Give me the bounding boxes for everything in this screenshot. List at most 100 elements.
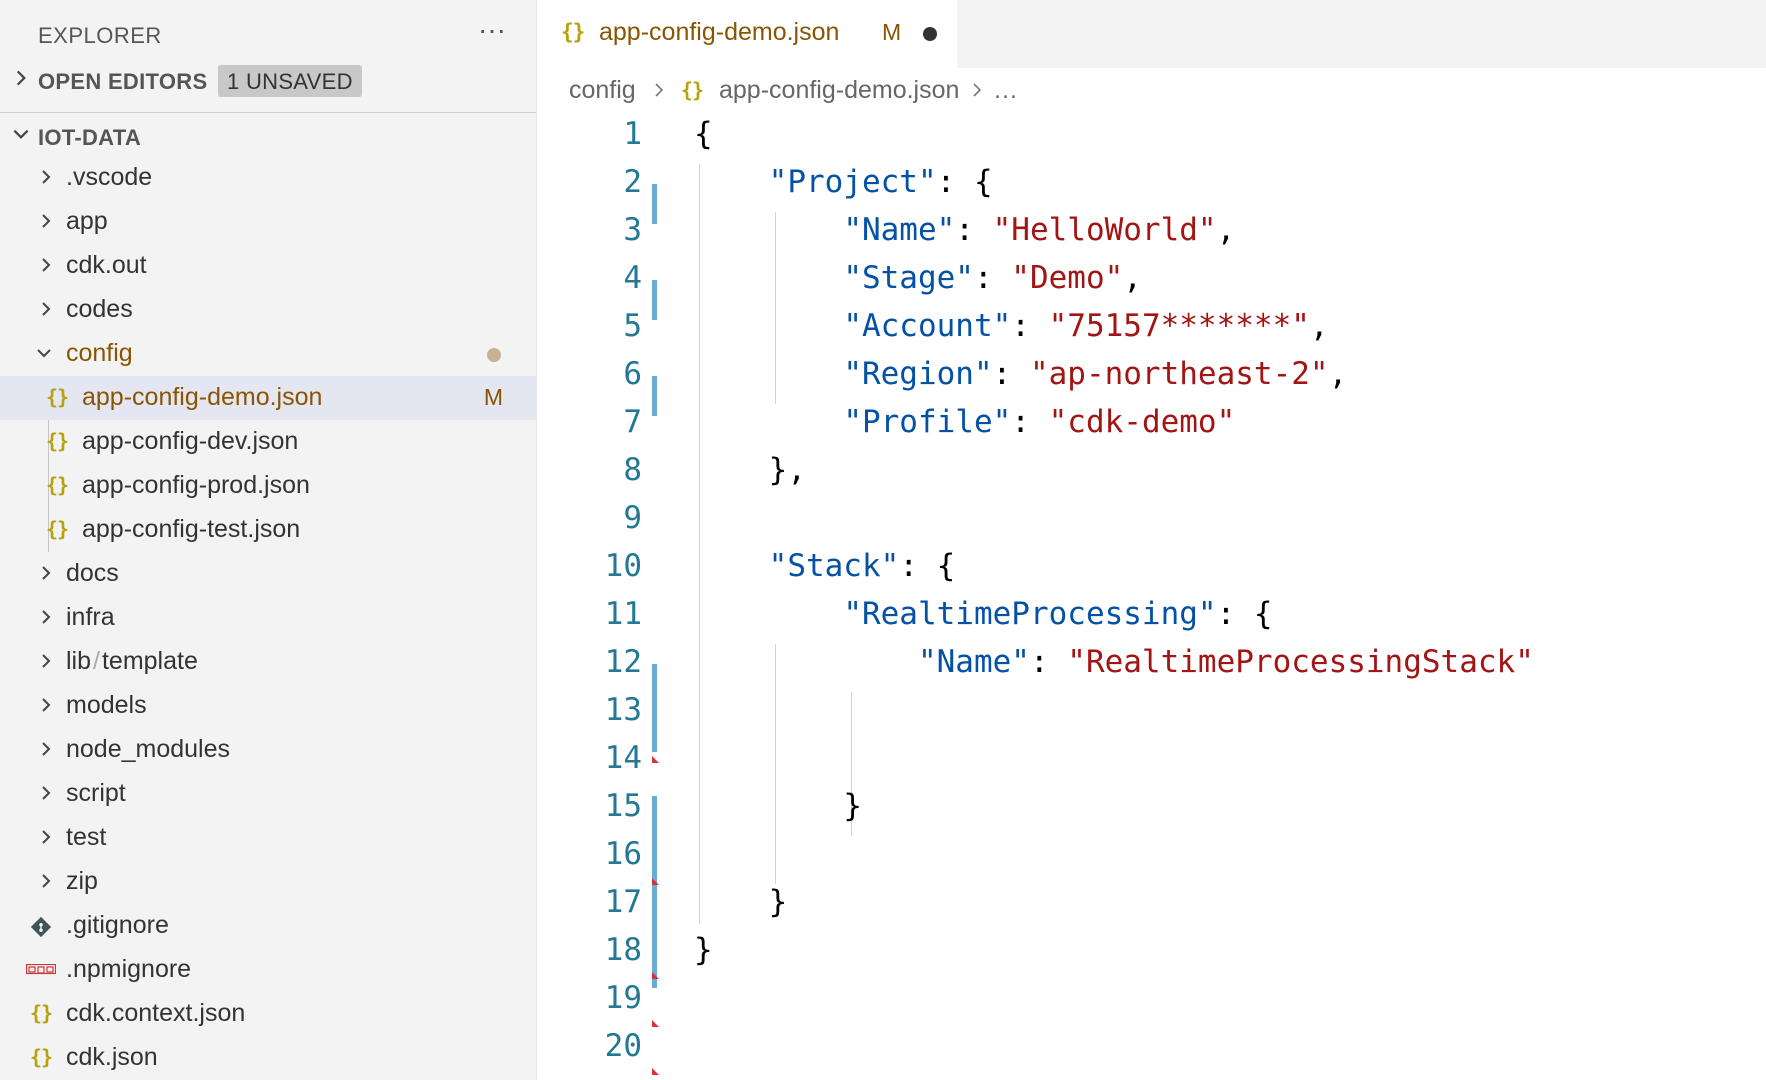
gutter-deleted-marker[interactable] <box>652 972 659 979</box>
chevron-down-icon <box>37 349 51 358</box>
tree-file-gitignore[interactable]: .gitignore <box>0 904 536 948</box>
tree-folder-codes[interactable]: codes <box>0 288 536 332</box>
json-string: "75157*******" <box>1048 308 1310 344</box>
json-string: "ap-northeast-2" <box>1029 356 1329 392</box>
json-file-icon: {} <box>681 78 704 102</box>
code-token: } <box>694 932 713 968</box>
tree-folder-vscode[interactable]: .vscode <box>0 156 536 200</box>
line-number: 14 <box>604 740 642 776</box>
tab-app-config-demo[interactable]: {} app-config-demo.json M <box>537 0 957 68</box>
tree-folder-docs[interactable]: docs <box>0 552 536 596</box>
breadcrumb-more[interactable]: … <box>993 76 1018 105</box>
tree-item-label: zip <box>66 867 98 895</box>
line-number: 16 <box>604 836 642 872</box>
line-number: 15 <box>604 788 642 824</box>
code-token: : <box>1011 308 1049 344</box>
line-number: 11 <box>604 596 642 632</box>
breadcrumb-folder[interactable]: config <box>569 76 636 105</box>
json-file-icon: {} <box>561 20 585 44</box>
code-token: , <box>1309 308 1329 344</box>
tree-folder-cdk-out[interactable]: cdk.out <box>0 244 536 288</box>
tree-item-label: cdk.context.json <box>66 999 246 1027</box>
line-number: 13 <box>604 692 642 728</box>
code-token: , <box>1216 212 1236 248</box>
gutter-modified-marker[interactable] <box>652 280 657 320</box>
tree-item-label: test <box>66 823 107 851</box>
tree-file-app-config-dev[interactable]: {} app-config-dev.json <box>0 420 536 464</box>
json-string: "cdk-demo" <box>1048 404 1236 440</box>
tree-item-label: script <box>66 779 126 807</box>
indent-guide <box>775 644 776 884</box>
gutter-deleted-marker[interactable] <box>652 878 659 885</box>
gutter-deleted-marker[interactable] <box>652 1068 659 1075</box>
tree-folder-app[interactable]: app <box>0 200 536 244</box>
line-number: 19 <box>604 980 642 1016</box>
code-token: : { <box>1216 596 1273 632</box>
chevron-right-icon <box>42 654 51 668</box>
editor-tab-bar: {} app-config-demo.json M <box>537 0 1766 68</box>
tree-folder-test[interactable]: test <box>0 816 536 860</box>
tree-folder-models[interactable]: models <box>0 684 536 728</box>
code-line: { <box>694 116 713 152</box>
tree-folder-node-modules[interactable]: node_modules <box>0 728 536 772</box>
tree-item-label: app-config-prod.json <box>82 471 310 499</box>
json-string: "Demo" <box>1011 260 1124 296</box>
tree-folder-lib-template[interactable]: lib/template <box>0 640 536 684</box>
code-token: : <box>1011 404 1049 440</box>
tree-folder-zip[interactable]: zip <box>0 860 536 904</box>
chevron-right-icon <box>42 698 51 712</box>
tree-file-npmignore[interactable]: .npmignore <box>0 948 536 992</box>
code-line: "Stack": { <box>694 548 956 584</box>
tree-file-cdk-json[interactable]: {} cdk.json <box>0 1036 536 1080</box>
code-line: } <box>694 788 862 824</box>
code-line: "Region": "ap-northeast-2", <box>694 356 1347 392</box>
unsaved-badge: 1 UNSAVED <box>218 65 362 97</box>
json-string: "RealtimeProcessingStack" <box>1067 644 1534 680</box>
json-key: "Region" <box>843 356 993 392</box>
json-file-icon: {} <box>46 517 69 541</box>
code-editor[interactable]: 1 2 3 4 5 6 7 8 9 10 11 12 13 14 15 16 1… <box>537 116 1766 1080</box>
gutter-modified-marker[interactable] <box>652 184 657 224</box>
tree-folder-infra[interactable]: infra <box>0 596 536 640</box>
gutter-deleted-marker[interactable] <box>652 756 659 763</box>
code-line: } <box>694 884 788 920</box>
more-actions-icon[interactable]: ··· <box>478 14 506 46</box>
open-editors-section[interactable]: OPEN EDITORS 1 UNSAVED <box>0 59 536 103</box>
breadcrumb-file[interactable]: app-config-demo.json <box>719 76 959 105</box>
tree-file-app-config-demo[interactable]: {} app-config-demo.json M <box>0 376 536 420</box>
json-key: "Name" <box>843 212 956 248</box>
code-line: }, <box>694 452 806 488</box>
gutter-modified-marker[interactable] <box>652 664 657 752</box>
tree-item-label: config <box>66 339 133 367</box>
code-line: "Name": "HelloWorld", <box>694 212 1235 248</box>
line-number: 9 <box>623 500 642 536</box>
code-token: : { <box>899 548 956 584</box>
json-key: "RealtimeProcessing" <box>843 596 1217 632</box>
line-number: 6 <box>623 356 642 392</box>
gutter-modified-marker[interactable] <box>652 376 657 416</box>
tree-file-app-config-test[interactable]: {} app-config-test.json <box>0 508 536 552</box>
code-token: } <box>843 788 862 824</box>
tree-item-label: app-config-test.json <box>82 515 301 543</box>
tree-file-app-config-prod[interactable]: {} app-config-prod.json <box>0 464 536 508</box>
tree-file-cdk-context-json[interactable]: {} cdk.context.json <box>0 992 536 1036</box>
tree-folder-config[interactable]: config <box>0 332 536 376</box>
chevron-right-icon <box>655 83 664 97</box>
chevron-right-icon <box>42 302 51 316</box>
workspace-root-section[interactable]: IOT-DATA <box>0 115 536 159</box>
gutter-deleted-marker[interactable] <box>652 1020 659 1027</box>
json-string: "HelloWorld" <box>992 212 1217 248</box>
unsaved-dot-icon[interactable] <box>923 27 937 41</box>
tree-folder-script[interactable]: script <box>0 772 536 816</box>
code-token: : <box>973 260 1012 296</box>
code-token: : <box>955 212 993 248</box>
code-token: , <box>1123 260 1142 296</box>
chevron-right-icon <box>42 786 51 800</box>
code-token: , <box>1328 356 1348 392</box>
line-number: 7 <box>623 404 642 440</box>
tree-item-label: .npmignore <box>66 955 192 983</box>
line-number: 18 <box>604 932 642 968</box>
workspace-root-label: IOT-DATA <box>38 125 142 150</box>
chevron-right-icon <box>42 170 51 184</box>
chevron-right-icon <box>973 83 982 97</box>
